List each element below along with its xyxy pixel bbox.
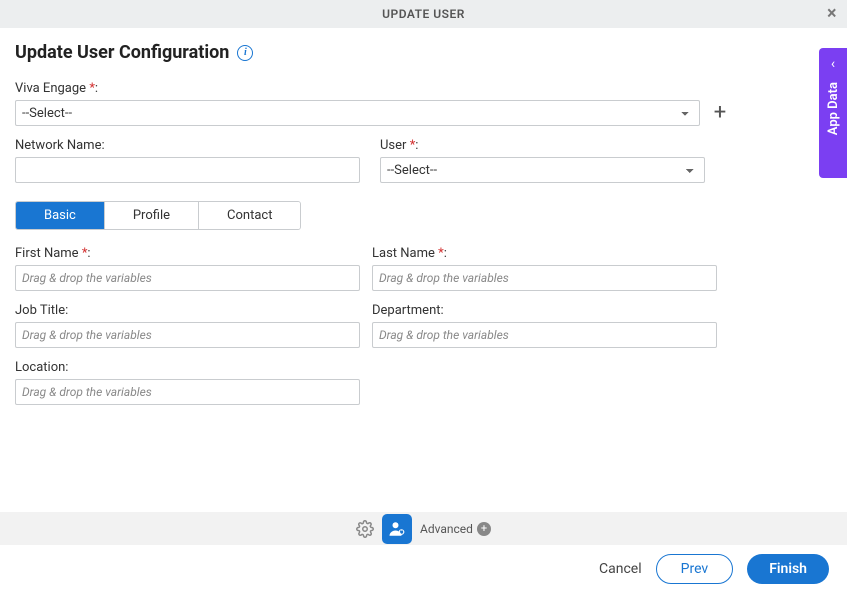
action-bar: Cancel Prev Finish: [599, 554, 829, 584]
prev-button[interactable]: Prev: [656, 554, 734, 584]
network-name-label: Network Name:: [15, 138, 360, 153]
cancel-button[interactable]: Cancel: [599, 561, 642, 577]
advanced-plus-icon: +: [477, 522, 491, 536]
required-asterisk: *: [410, 138, 416, 153]
user-label: User *:: [380, 138, 705, 153]
last-name-group: Last Name *:: [372, 246, 717, 291]
footer-strip: Advanced +: [0, 512, 847, 545]
add-viva-icon[interactable]: +: [710, 103, 730, 123]
network-user-row: Network Name: User *: --Select--: [15, 138, 832, 183]
last-name-input[interactable]: [372, 265, 717, 291]
dialog-header: UPDATE USER ×: [0, 0, 847, 28]
viva-engage-row: --Select-- +: [15, 100, 832, 126]
advanced-label: Advanced: [420, 522, 473, 536]
page-title: Update User Configuration: [15, 42, 229, 63]
tab-contact[interactable]: Contact: [199, 202, 300, 229]
job-title-input[interactable]: [15, 322, 360, 348]
user-group: User *: --Select--: [380, 138, 705, 183]
close-icon[interactable]: ×: [827, 5, 837, 23]
dialog-title: UPDATE USER: [382, 7, 465, 21]
department-input[interactable]: [372, 322, 717, 348]
first-name-group: First Name *:: [15, 246, 360, 291]
finish-button[interactable]: Finish: [747, 554, 829, 584]
app-data-label: App Data: [826, 82, 841, 135]
location-input[interactable]: [15, 379, 360, 405]
required-asterisk: *: [438, 246, 444, 261]
tab-basic[interactable]: Basic: [16, 202, 105, 229]
app-data-drawer[interactable]: ‹ App Data: [819, 48, 847, 178]
first-name-input[interactable]: [15, 265, 360, 291]
last-name-label: Last Name *:: [372, 246, 717, 261]
chevron-left-icon: ‹: [831, 56, 835, 72]
viva-engage-label: Viva Engage *:: [15, 81, 832, 96]
info-icon[interactable]: i: [237, 45, 253, 61]
first-name-label: First Name *:: [15, 246, 360, 261]
network-name-input[interactable]: [15, 157, 360, 183]
department-group: Department:: [372, 303, 717, 348]
network-name-group: Network Name:: [15, 138, 360, 183]
gear-icon[interactable]: [356, 520, 374, 538]
required-asterisk: *: [89, 81, 95, 96]
department-label: Department:: [372, 303, 717, 318]
viva-engage-group: Viva Engage *: --Select-- +: [15, 81, 832, 126]
page-title-row: Update User Configuration i: [15, 42, 832, 63]
required-asterisk: *: [82, 246, 88, 261]
user-select[interactable]: --Select--: [380, 157, 705, 183]
advanced-link[interactable]: Advanced +: [420, 522, 491, 536]
job-title-group: Job Title:: [15, 303, 360, 348]
tab-group: Basic Profile Contact: [15, 201, 301, 230]
viva-engage-select[interactable]: --Select--: [15, 100, 700, 126]
location-label: Location:: [15, 360, 360, 375]
location-group: Location:: [15, 360, 360, 405]
job-title-label: Job Title:: [15, 303, 360, 318]
tab-profile[interactable]: Profile: [105, 202, 199, 229]
basic-tab-panel: First Name *: Last Name *: Job Title: De…: [15, 246, 832, 405]
user-config-icon[interactable]: [382, 514, 412, 544]
content-area: Update User Configuration i Viva Engage …: [0, 28, 847, 405]
